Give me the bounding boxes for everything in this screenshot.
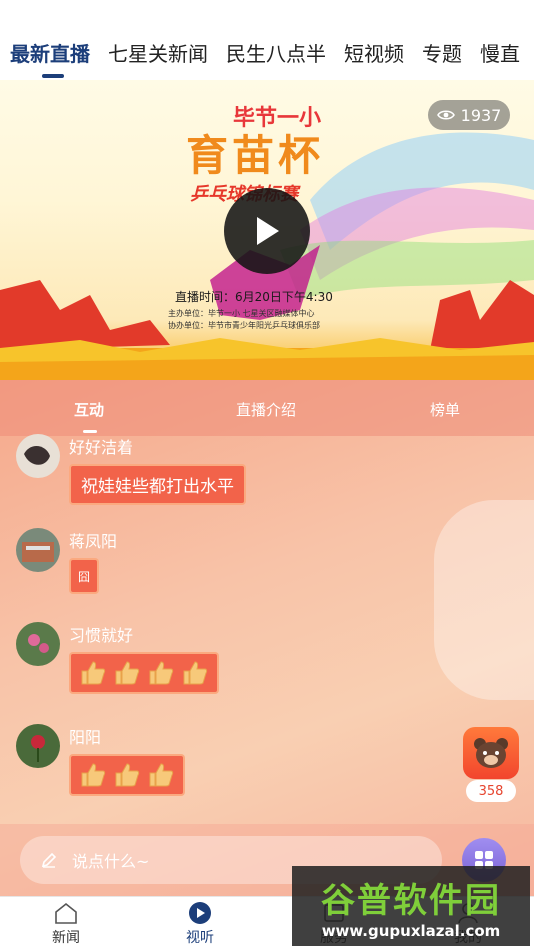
watermark-url: www.gupuxlazal.com: [321, 921, 501, 940]
play-icon: [257, 217, 279, 245]
tab-qixingguan-news[interactable]: 七星关新闻: [108, 38, 208, 67]
interaction-panel: 互动 直播介绍 榜单 好好洁着 祝娃娃些都打出水平 蒋凤阳 囧 习惯就好 阳阳 …: [0, 380, 534, 896]
avatar[interactable]: [16, 434, 60, 478]
active-panel-tab-indicator: [83, 430, 97, 433]
nav-media[interactable]: 视听: [160, 901, 240, 947]
play-circle-icon: [189, 902, 211, 924]
nav-media-label: 视听: [186, 930, 214, 946]
home-icon: [55, 902, 77, 924]
thumbs-up-icon: [149, 763, 174, 787]
gift-bear-button[interactable]: [463, 727, 519, 779]
nav-news-label: 新闻: [52, 930, 80, 946]
tab-minsheng[interactable]: 民生八点半: [226, 38, 326, 67]
poster-organizer: 主办单位：毕节一小 七星关区融媒体中心: [168, 309, 315, 318]
thumbs-up-icon: [115, 763, 140, 787]
live-video-player[interactable]: 毕节一小 育苗杯 乒乓球锦标赛 直播时间：6月20日下午4:30 主办单位：毕节…: [0, 80, 534, 380]
thumbs-up-icon: [81, 763, 106, 787]
decorative-shape: [434, 500, 534, 700]
bear-icon: [474, 738, 508, 768]
avatar[interactable]: [16, 622, 60, 666]
chat-bubble-thumbs: [69, 652, 219, 694]
panel-tab-bar: 互动 直播介绍 榜单: [0, 380, 534, 436]
pencil-icon: [41, 852, 57, 868]
watermark-title: 谷普软件园: [321, 880, 501, 921]
avatar[interactable]: [16, 724, 60, 768]
avatar[interactable]: [16, 528, 60, 572]
view-count-badge: 1937: [428, 100, 510, 130]
poster-co-organizer: 协办单位：毕节市青少年阳光乒乓球俱乐部: [168, 321, 320, 330]
eye-icon: [436, 110, 455, 120]
tab-ranking[interactable]: 榜单: [430, 399, 460, 420]
thumbs-up-icon: [115, 661, 140, 685]
chat-bubble: 祝娃娃些都打出水平: [69, 464, 246, 505]
top-tab-bar: 最新直播 七星关新闻 民生八点半 短视频 专题 慢直: [0, 0, 534, 80]
chat-bubble: 囧: [69, 558, 99, 594]
thumbs-up-icon: [149, 661, 174, 685]
username: 习惯就好: [69, 626, 134, 645]
active-tab-indicator: [42, 74, 64, 78]
play-button[interactable]: [224, 188, 310, 274]
nav-news[interactable]: 新闻: [26, 901, 106, 947]
gift-count-badge: 358: [466, 780, 516, 802]
poster-broadcast-time: 直播时间：6月20日下午4:30: [175, 290, 333, 304]
chat-bubble-thumbs: [69, 754, 185, 796]
tab-live-intro[interactable]: 直播介绍: [236, 399, 296, 420]
site-watermark: 谷普软件园 www.gupuxlazal.com: [292, 866, 530, 946]
poster-cup-name: 育苗杯: [186, 131, 325, 180]
view-count: 1937: [460, 105, 502, 125]
tab-special[interactable]: 专题: [422, 38, 462, 67]
thumbs-up-icon: [81, 661, 106, 685]
username: 好好洁着: [69, 438, 134, 457]
comment-placeholder: 说点什么~: [72, 852, 150, 871]
tab-interaction[interactable]: 互动: [74, 399, 104, 420]
tab-latest-live[interactable]: 最新直播: [10, 38, 90, 67]
thumbs-up-icon: [183, 661, 208, 685]
username: 蒋凤阳: [69, 532, 118, 551]
tab-short-video[interactable]: 短视频: [344, 38, 404, 67]
username: 阳阳: [69, 728, 102, 747]
tab-slow-live[interactable]: 慢直: [480, 38, 520, 67]
